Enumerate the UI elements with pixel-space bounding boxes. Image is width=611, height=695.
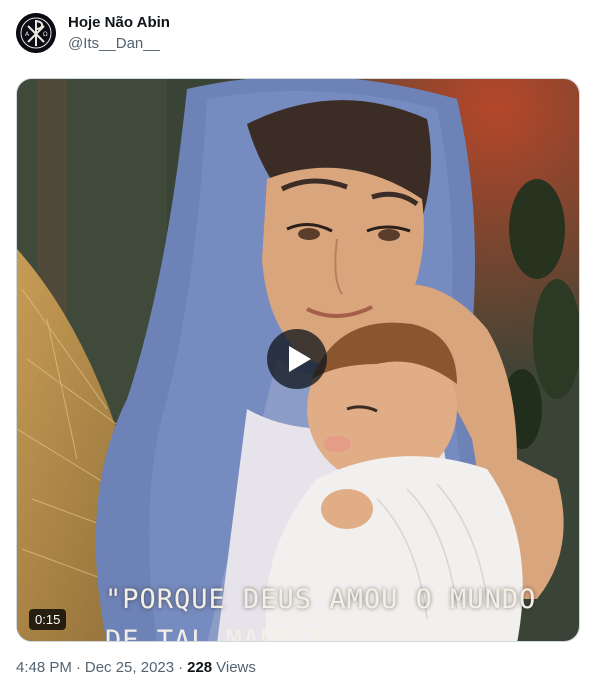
meta-separator: · xyxy=(75,659,81,676)
tweet: A Ω Hoje Não Abin @Its__Dan__ "PORQUE DE… xyxy=(0,0,611,695)
tweet-meta: 4:48 PM · Dec 25, 2023 · 228 Views xyxy=(16,658,256,678)
tweet-time[interactable]: 4:48 PM xyxy=(16,658,72,678)
views-count[interactable]: 228 xyxy=(187,658,212,678)
display-name[interactable]: Hoje Não Abin xyxy=(68,13,170,32)
meta-separator: · xyxy=(178,659,184,676)
video-caption-line-1: "PORQUE DEUS AMOU O MUNDO xyxy=(105,584,537,615)
svg-text:Ω: Ω xyxy=(43,31,48,38)
video-caption-line-2: DE TAL MANEIRA xyxy=(105,625,347,642)
play-button[interactable] xyxy=(267,329,327,389)
user-handle[interactable]: @Its__Dan__ xyxy=(68,34,170,53)
video-duration: 0:15 xyxy=(29,609,67,630)
video-player[interactable]: "PORQUE DEUS AMOU O MUNDO DE TAL MANEIRA… xyxy=(16,78,580,642)
avatar[interactable]: A Ω xyxy=(16,13,56,53)
tweet-header: A Ω Hoje Não Abin @Its__Dan__ xyxy=(16,12,170,54)
tweet-date[interactable]: Dec 25, 2023 xyxy=(85,658,174,678)
play-icon xyxy=(288,346,311,372)
views-label: Views xyxy=(216,659,256,676)
chi-rho-icon: A Ω xyxy=(16,13,56,53)
author-names: Hoje Não Abin @Its__Dan__ xyxy=(68,13,170,53)
